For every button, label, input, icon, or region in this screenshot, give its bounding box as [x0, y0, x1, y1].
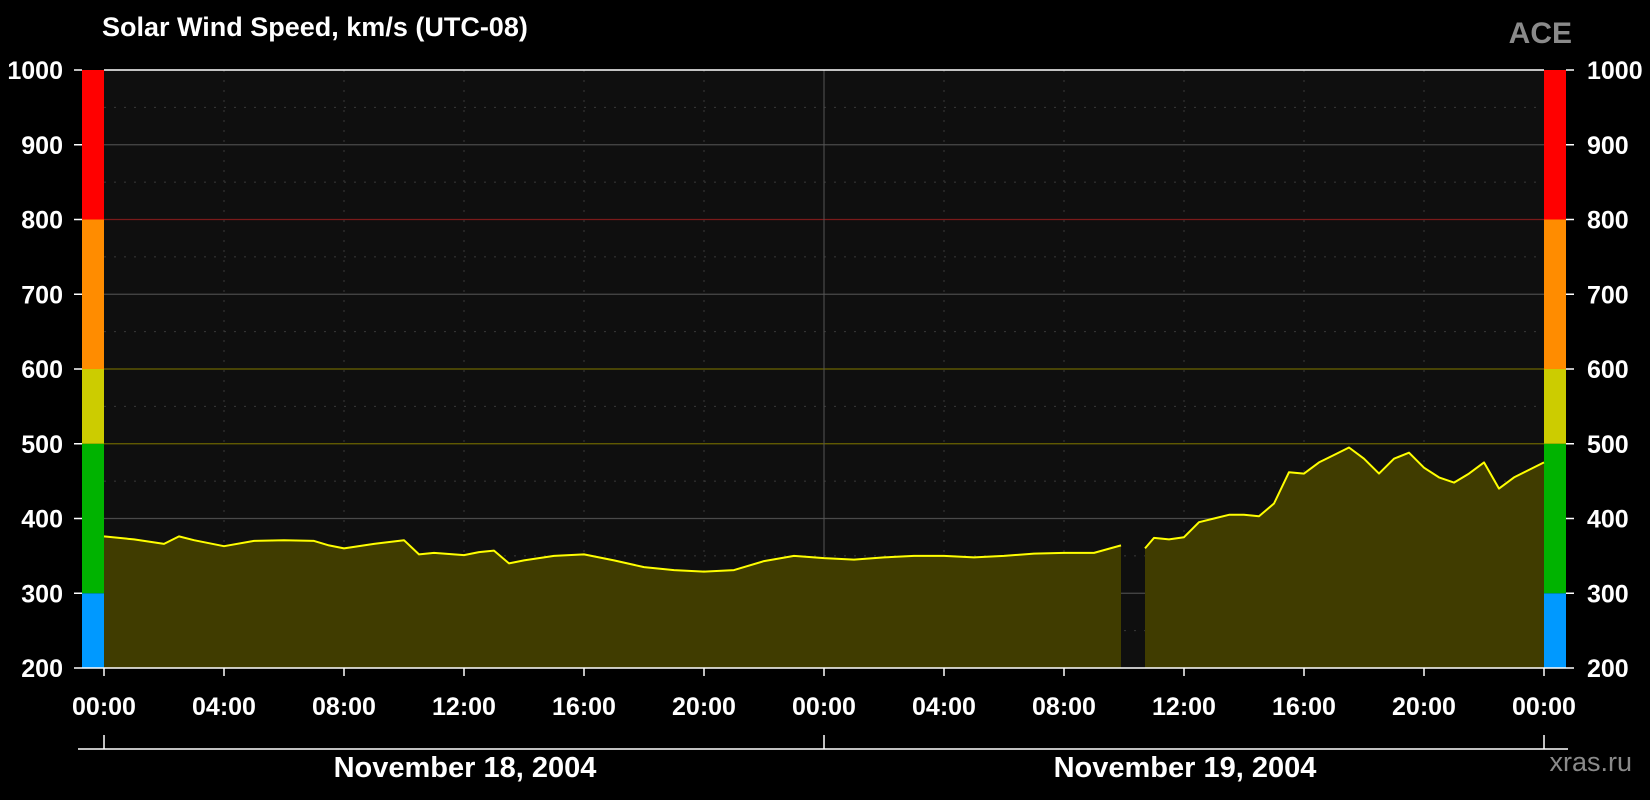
y-tick-label-right: 500: [1587, 431, 1629, 459]
y-tick-label-right: 800: [1587, 207, 1629, 235]
x-tick-label: 12:00: [432, 693, 496, 721]
right-band-3: [1544, 219, 1566, 369]
y-tick-label-left: 300: [21, 580, 63, 608]
solar-wind-chart: 200 200 300 300 400 400 500 500 600 600 700 700 800 8…: [7, 57, 1643, 750]
left-band-3: [82, 219, 104, 369]
y-tick-label-left: 700: [21, 281, 63, 309]
y-tick-label-left: 200: [21, 655, 63, 683]
y-tick-label-left: 1000: [7, 57, 63, 85]
left-band-4: [82, 70, 104, 220]
right-band-2: [1544, 369, 1566, 444]
x-tick-label: 00:00: [1512, 693, 1576, 721]
x-tick-label: 00:00: [72, 693, 136, 721]
x-tick-label: 08:00: [1032, 693, 1096, 721]
left-band-1: [82, 443, 104, 594]
y-tick-label-right: 200: [1587, 655, 1629, 683]
y-tick-label-left: 600: [21, 356, 63, 384]
x-tick-label: 16:00: [552, 693, 616, 721]
x-tick-label: 20:00: [1392, 693, 1456, 721]
x-tick-label: 16:00: [1272, 693, 1336, 721]
x-tick-label: 00:00: [792, 693, 856, 721]
y-tick-label-right: 600: [1587, 356, 1629, 384]
y-tick-label-left: 900: [21, 132, 63, 160]
x-tick-label: 04:00: [192, 693, 256, 721]
right-band-0: [1544, 593, 1566, 668]
y-tick-label-right: 900: [1587, 132, 1629, 160]
y-tick-label-left: 500: [21, 431, 63, 459]
y-tick-label-right: 400: [1587, 506, 1629, 534]
y-tick-label-left: 800: [21, 207, 63, 235]
right-band-1: [1544, 443, 1566, 594]
y-tick-label-right: 1000: [1587, 57, 1643, 85]
x-tick-label: 04:00: [912, 693, 976, 721]
y-tick-label-right: 700: [1587, 281, 1629, 309]
x-tick-labels: 00:00 04:00 08:00 12:00 16:00 20:00 00:00 04:00…: [72, 668, 1576, 721]
left-band-0: [82, 593, 104, 668]
x-tick-label: 20:00: [672, 693, 736, 721]
left-band-2: [82, 369, 104, 444]
y-tick-label-left: 400: [21, 506, 63, 534]
right-band-4: [1544, 70, 1566, 220]
y-tick-label-right: 300: [1587, 580, 1629, 608]
x-tick-label: 08:00: [312, 693, 376, 721]
x-tick-label: 12:00: [1152, 693, 1216, 721]
